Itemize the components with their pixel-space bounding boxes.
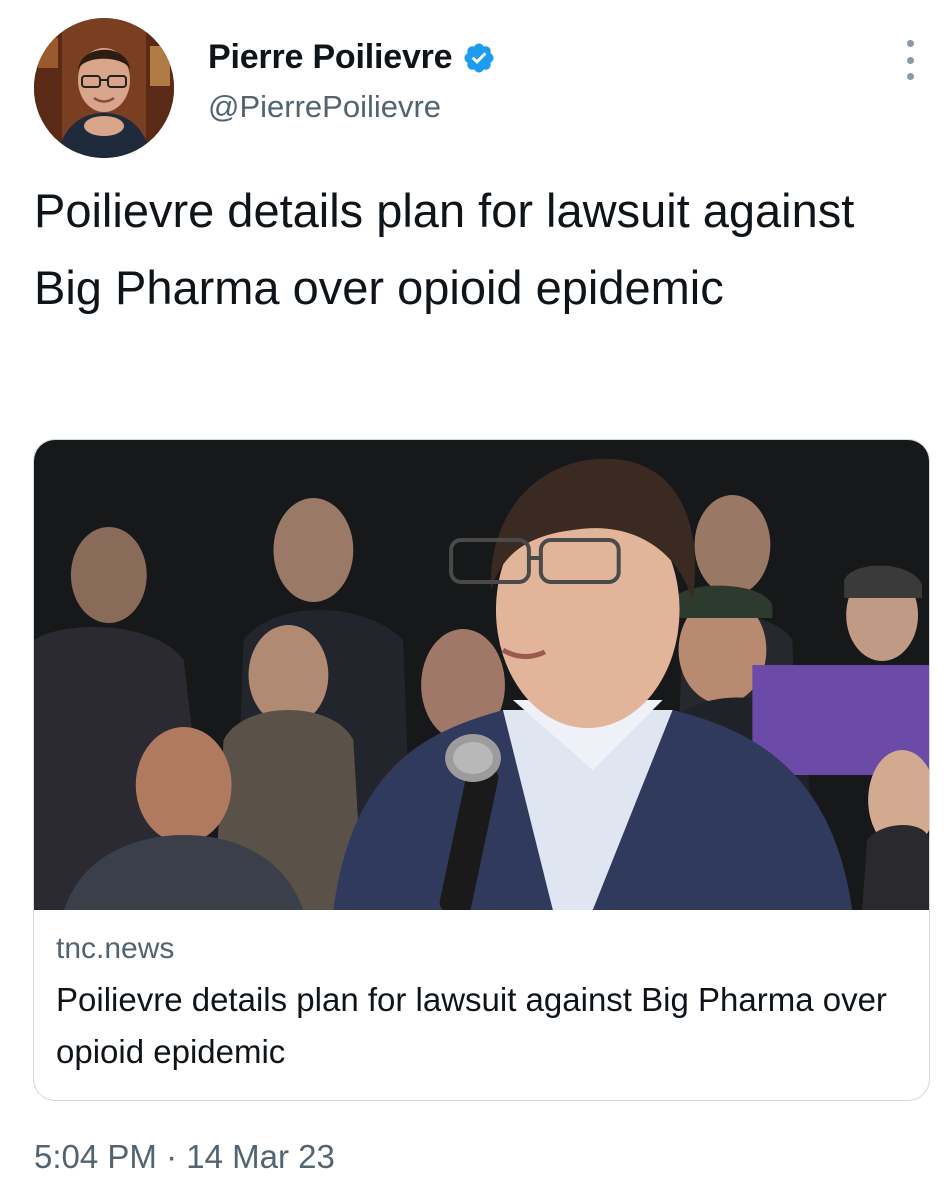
timestamp-date: 14 Mar 23: [186, 1138, 335, 1175]
more-options-icon[interactable]: [898, 40, 922, 80]
more-dot: [906, 40, 914, 47]
tweet-text: Poilievre details plan for lawsuit again…: [34, 184, 855, 314]
author-avatar[interactable]: [34, 18, 174, 158]
link-card-domain: tnc.news: [56, 932, 175, 965]
news-photo: [34, 440, 929, 910]
author-block: Pierre Poilievre @PierrePoilievre: [208, 38, 496, 125]
verified-badge-icon: [464, 42, 494, 73]
avatar-photo: [34, 18, 174, 158]
link-card-body: tnc.news Poilievre details plan for laws…: [56, 932, 906, 1078]
more-dot: [906, 56, 914, 64]
link-card-image: [34, 440, 929, 910]
link-card[interactable]: tnc.news Poilievre details plan for laws…: [33, 439, 930, 1101]
timestamp-separator: ·: [166, 1138, 178, 1175]
author-handle[interactable]: @PierrePoilievre: [208, 89, 496, 125]
author-name-row: Pierre Poilievre: [208, 38, 496, 77]
timestamp-time: 5:04 PM: [34, 1138, 157, 1175]
more-dot: [906, 73, 914, 80]
author-name[interactable]: Pierre Poilievre: [208, 38, 453, 77]
tweet-timestamp[interactable]: 5:04 PM · 14 Mar 23: [34, 1138, 335, 1176]
link-card-title: Poilievre details plan for lawsuit again…: [56, 981, 887, 1070]
